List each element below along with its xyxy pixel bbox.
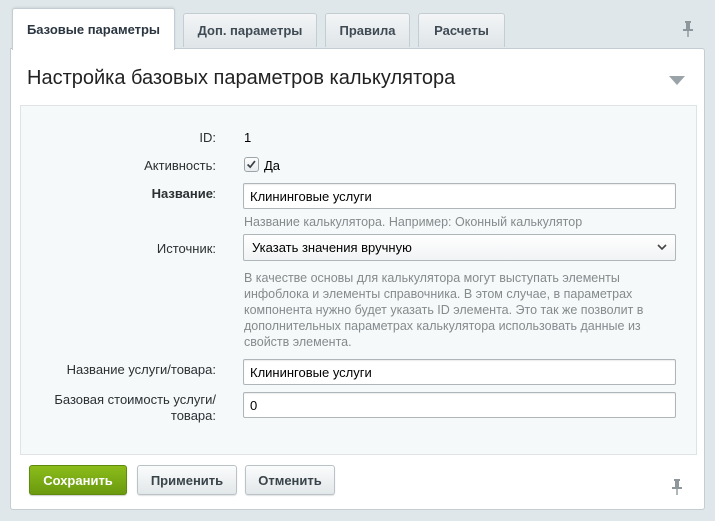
id-value: 1 — [244, 130, 252, 145]
name-label-colon: : — [212, 186, 216, 201]
active-label: Активность: — [144, 158, 216, 173]
cancel-button[interactable]: Отменить — [245, 465, 335, 495]
tab-base-params[interactable]: Базовые параметры — [12, 8, 175, 50]
pin-icon[interactable] — [681, 20, 695, 38]
base-price-field[interactable] — [243, 392, 676, 418]
section-title: Настройка базовых параметров калькулятор… — [27, 67, 456, 89]
source-hint-line-4: дополнительных параметрах калькулятора и… — [244, 319, 641, 333]
pin-icon[interactable] — [670, 478, 684, 496]
checkmark-icon — [246, 160, 256, 169]
source-hint-line-5: свойств элемента. — [244, 335, 352, 349]
active-checkbox[interactable] — [244, 157, 259, 172]
triangle-down-icon[interactable] — [669, 76, 685, 86]
source-select[interactable]: Указать значения вручную — [243, 234, 676, 261]
product-name-label: Название услуги/товара: — [66, 362, 216, 377]
active-checkbox-label[interactable]: Да — [264, 158, 280, 173]
base-price-label-line-2: товара: — [170, 408, 216, 423]
settings-panel: Настройка базовых параметров калькулятор… — [10, 48, 705, 510]
tab-rules[interactable]: Правила — [325, 13, 410, 47]
source-selected-value: Указать значения вручную — [252, 240, 412, 255]
base-price-label-line-1: Базовая стоимость услуги/ — [54, 392, 216, 407]
source-label: Источник: — [156, 241, 216, 256]
apply-button[interactable]: Применить — [137, 465, 237, 495]
source-hint-line-2: инфоблока и элементы справочника. В этом… — [244, 287, 633, 301]
product-name-field[interactable] — [243, 359, 676, 385]
tab-calculations[interactable]: Расчеты — [418, 13, 505, 47]
name-hint: Название калькулятора. Например: Оконный… — [244, 215, 583, 229]
source-hint-line-1: В качестве основы для калькулятора могут… — [244, 271, 620, 285]
id-label: ID: — [199, 130, 216, 145]
chevron-down-icon — [657, 244, 667, 251]
name-label: Название — [151, 186, 213, 201]
tab-extra-params[interactable]: Доп. параметры — [183, 13, 317, 47]
source-hint-line-3: компонента нужно будет указать ID элемен… — [244, 303, 644, 317]
name-field[interactable] — [243, 183, 676, 209]
save-button[interactable]: Сохранить — [29, 465, 127, 495]
form-box: ID: 1 Активность: Да Название : Название… — [20, 105, 697, 455]
